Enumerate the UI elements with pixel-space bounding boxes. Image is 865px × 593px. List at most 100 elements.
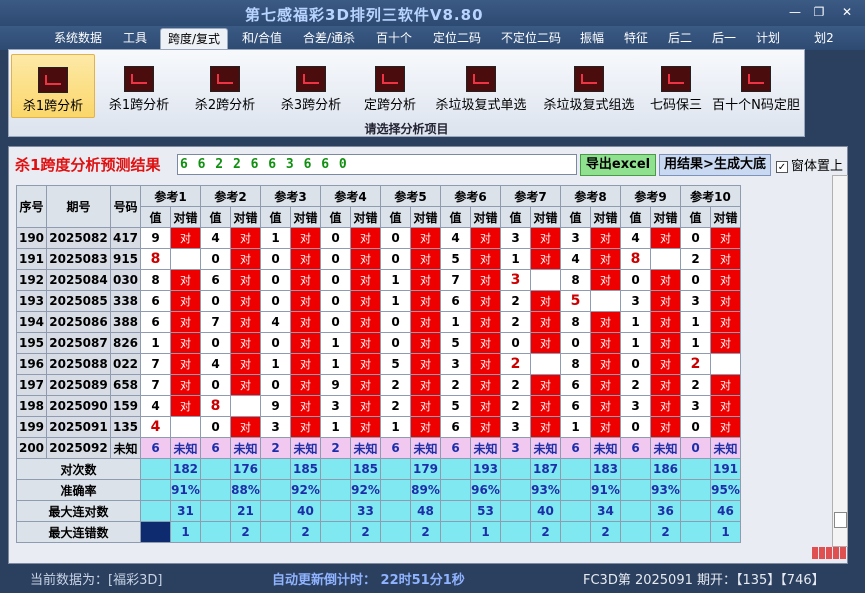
progress-indicator [812,547,848,561]
menu-back-two[interactable]: 后二 [662,28,698,48]
stats-value: 21 [230,500,261,522]
hit-mark: 对 [290,353,321,375]
menu-amplitude[interactable]: 振幅 [574,28,610,48]
table-row[interactable]: 199 2025091 135 4 0 对 3 对 1 对 1 对 6 对 3 对 1 对 0 对 0 对 [16,416,741,438]
topmost-checkbox[interactable]: ✓ 窗体置上 [776,155,843,174]
ref-value: 7 [140,374,171,396]
stats-value: 1 [170,521,201,543]
ribbon-kill1-span[interactable]: 杀1跨分析 [99,54,179,118]
header-value: 值 [680,206,711,228]
ref-value: 0 [200,416,231,438]
row-seq: 198 [16,395,47,417]
row-seq: 196 [16,353,47,375]
prediction-value: 6 [620,437,651,459]
ribbon-kill-junk-group[interactable]: 杀垃圾复式组选 [537,54,641,118]
table-row[interactable]: 195 2025087 826 1 对 0 对 0 对 1 对 0 对 5 对 0 对 0 对 1 对 1 对 [16,332,741,354]
scrollbar-thumb[interactable] [834,512,847,528]
hit-mark: 对 [290,290,321,312]
hit-mark: 对 [650,332,681,354]
close-button[interactable]: ✕ [836,3,858,21]
stats-spacer [500,500,531,522]
header-ref: 参考1 [140,185,201,207]
ref-value: 8 [560,311,591,333]
ribbon-seven-code[interactable]: 七码保三 [645,54,707,118]
topmost-label: 窗体置上 [791,159,844,174]
ribbon-label: 杀垃圾复式组选 [543,98,635,113]
row-seq: 192 [16,269,47,291]
stats-spacer [620,458,651,480]
menu-sum[interactable]: 和/合值 [234,28,290,48]
hit-mark: 对 [410,332,441,354]
result-field[interactable]: 6 6 2 2 6 6 3 6 6 0 [177,154,577,175]
menu-span-compound[interactable]: 跨度/复式 [160,28,228,50]
menu-tools[interactable]: 工具 [114,28,156,48]
menu-plan-2[interactable]: 划2 [806,28,842,48]
restore-button[interactable]: ❐ [808,3,830,21]
unknown-mark: 未知 [170,437,201,459]
menu-hundreds-tens-units[interactable]: 百十个 [368,28,420,48]
menu-system-data[interactable]: 系统数据 [48,28,108,48]
table-row[interactable]: 194 2025086 388 6 对 7 对 4 对 0 对 0 对 1 对 2 对 8 对 1 对 1 对 [16,311,741,333]
prediction-value: 6 [560,437,591,459]
menu-plan[interactable]: 计划 [750,28,786,48]
hit-mark: 对 [230,374,261,396]
hit-mark: 对 [350,353,381,375]
hit-mark: 对 [650,269,681,291]
vertical-scrollbar[interactable] [832,175,848,547]
table-row[interactable]: 196 2025088 022 7 对 4 对 1 对 1 对 5 对 3 对 2 8 对 0 对 2 [16,353,741,375]
ribbon-kill1-span-selected[interactable]: 杀1跨分析 [11,54,95,118]
generate-base-button[interactable]: 用结果>生成大底 [659,154,771,176]
header-value: 值 [260,206,291,228]
menu-fixed-two[interactable]: 定位二码 [426,28,488,48]
chart-icon [661,66,691,92]
selected-cell[interactable] [140,521,171,543]
menu-diff-kill[interactable]: 合差/通杀 [296,28,362,48]
app-window: 第七感福彩3D排列三软件V8.80 — ❐ ✕ 系统数据 工具 跨度/复式 和/… [0,0,865,593]
table-row[interactable]: 198 2025090 159 4 对 8 9 对 3 对 2 对 5 对 2 对 6 对 3 对 3 对 [16,395,741,417]
stats-value: 2 [290,521,321,543]
export-excel-button[interactable]: 导出excel [580,154,656,176]
table-row[interactable]: 200 2025092 未知 6 未知 6 未知 2 未知 2 未知 6 未知 6 未知 3 未知 6 未知 6 未知 0… [16,437,741,459]
menu-back-one[interactable]: 后一 [706,28,742,48]
table-row[interactable]: 191 2025083 915 8 0 对 0 对 0 对 0 对 5 对 1 对 4 对 8 2 对 [16,248,741,270]
stats-row: 最大连错数 1 2 2 2 2 1 2 2 2 1 [16,521,741,543]
stats-value: 91% [590,479,621,501]
ribbon-n-code-fixed[interactable]: 百十个N码定胆 [709,54,803,118]
ref-value: 3 [680,290,711,312]
hit-mark: 对 [410,269,441,291]
menu-features[interactable]: 特征 [618,28,654,48]
table-row[interactable]: 193 2025085 338 6 对 0 对 0 对 0 对 1 对 6 对 2 对 5 3 对 3 对 [16,290,741,312]
ribbon-fixed-span[interactable]: 定跨分析 [357,54,423,118]
stats-value: 1 [470,521,501,543]
header-issue: 期号 [46,185,111,228]
row-number: 388 [110,311,141,333]
table-row[interactable]: 197 2025089 658 7 对 0 对 0 对 9 对 2 对 2 对 2 对 6 对 2 对 2 对 [16,374,741,396]
ref-value: 2 [500,374,531,396]
miss-mark [170,416,201,438]
stats-spacer [680,458,711,480]
ribbon-kill3-span[interactable]: 杀3跨分析 [271,54,351,118]
hit-mark: 对 [410,248,441,270]
ref-value: 4 [140,395,171,417]
chart-icon [210,66,240,92]
ref-value: 0 [260,269,291,291]
prediction-value: 6 [200,437,231,459]
ribbon-kill-junk-single[interactable]: 杀垃圾复式单选 [429,54,533,118]
stats-spacer [560,458,591,480]
stats-value: 193 [470,458,501,480]
menu-unfixed-two[interactable]: 不定位二码 [494,28,568,48]
unknown-mark: 未知 [530,437,561,459]
hit-mark: 对 [590,311,621,333]
stats-label: 对次数 [16,458,141,480]
minimize-button[interactable]: — [784,3,806,21]
row-number: 022 [110,353,141,375]
ribbon-label: 杀3跨分析 [280,98,342,113]
hit-mark: 对 [530,248,561,270]
table-row[interactable]: 190 2025082 417 9 对 4 对 1 对 0 对 0 对 4 对 3 对 3 对 4 对 0 对 [16,227,741,249]
stats-spacer [620,479,651,501]
ribbon-kill2-span[interactable]: 杀2跨分析 [185,54,265,118]
row-number: 未知 [110,437,141,459]
row-issue: 2025091 [46,416,111,438]
table-row[interactable]: 192 2025084 030 8 对 6 对 0 对 0 对 1 对 7 对 3 8 对 0 对 0 对 [16,269,741,291]
header-ref: 参考3 [260,185,321,207]
